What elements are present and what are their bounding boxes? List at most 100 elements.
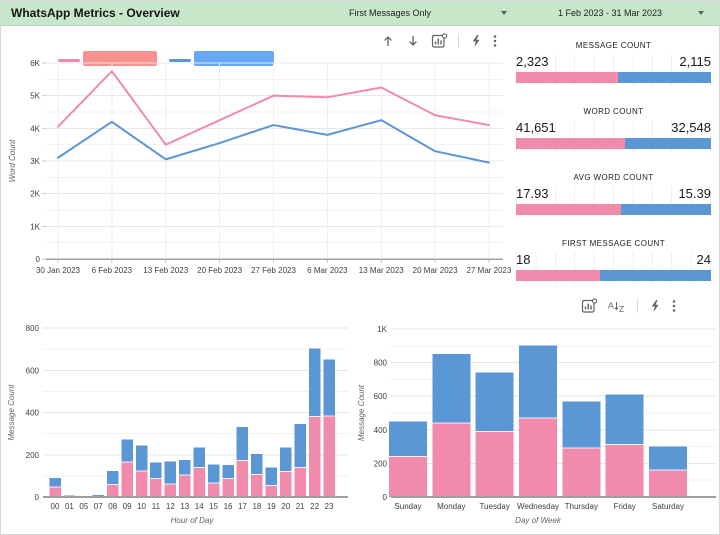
- svg-text:6K: 6K: [30, 59, 40, 68]
- svg-text:200: 200: [374, 459, 388, 468]
- scorecard-left-value: 2,323: [516, 54, 549, 69]
- svg-text:Z: Z: [619, 304, 624, 314]
- more-vertical-icon[interactable]: [493, 34, 497, 48]
- scorecard-message-count[interactable]: MESSAGE COUNT 2,323 2,115: [516, 41, 711, 89]
- svg-text:05: 05: [79, 502, 88, 511]
- filter-control[interactable]: First Messages Only: [349, 8, 431, 18]
- scorecard-bar-right-segment: [625, 138, 711, 149]
- date-range-control[interactable]: 1 Feb 2023 - 31 Mar 2023: [558, 8, 662, 18]
- scorecard-split-bar: [516, 204, 711, 215]
- svg-text:27 Mar 2023: 27 Mar 2023: [467, 266, 512, 275]
- svg-text:6 Mar 2023: 6 Mar 2023: [307, 266, 348, 275]
- svg-text:200: 200: [26, 451, 40, 460]
- svg-text:13 Feb 2023: 13 Feb 2023: [143, 266, 188, 275]
- svg-text:Tuesday: Tuesday: [479, 502, 509, 511]
- svg-text:A: A: [608, 300, 614, 310]
- svg-text:15: 15: [209, 502, 218, 511]
- svg-text:19: 19: [267, 502, 276, 511]
- arrow-up-icon[interactable]: [381, 34, 395, 48]
- svg-text:Thursday: Thursday: [565, 502, 598, 511]
- filter-caret-icon[interactable]: [501, 11, 507, 15]
- scorecard-title: MESSAGE COUNT: [575, 41, 652, 50]
- svg-text:16: 16: [224, 502, 233, 511]
- svg-text:3K: 3K: [30, 157, 40, 166]
- explore-chart-icon[interactable]: [581, 298, 598, 314]
- svg-text:800: 800: [374, 359, 388, 368]
- svg-text:18: 18: [252, 502, 261, 511]
- scorecard-bar-left-segment: [516, 270, 600, 281]
- svg-text:Friday: Friday: [614, 502, 636, 511]
- svg-text:800: 800: [26, 324, 40, 333]
- svg-text:07: 07: [94, 502, 103, 511]
- svg-text:13: 13: [180, 502, 189, 511]
- svg-text:4K: 4K: [30, 124, 40, 133]
- word-count-line-chart[interactable]: 30 Jan 2023 6 Feb 2023 13 Feb 2023 20 Feb 2…: [1, 51, 512, 286]
- sort-az-icon[interactable]: AZ: [608, 300, 626, 314]
- svg-text:Wednesday: Wednesday: [517, 502, 559, 511]
- svg-text:13 Mar 2023: 13 Mar 2023: [359, 266, 404, 275]
- svg-text:Word Count: Word Count: [8, 139, 17, 182]
- scorecard-title: FIRST MESSAGE COUNT: [561, 239, 666, 248]
- svg-text:Message Count: Message Count: [357, 384, 366, 441]
- scorecard-word-count[interactable]: WORD COUNT 41,651 32,548: [516, 107, 711, 155]
- scorecard-first-message-count[interactable]: FIRST MESSAGE COUNT 18 24: [516, 239, 711, 287]
- svg-text:Hour of Day: Hour of Day: [171, 516, 215, 525]
- svg-text:17: 17: [238, 502, 247, 511]
- scorecard-split-bar: [516, 270, 711, 281]
- scorecard-title: WORD COUNT: [583, 107, 644, 116]
- svg-text:600: 600: [374, 392, 388, 401]
- scorecard-right-value: 2,115: [679, 54, 711, 69]
- svg-text:400: 400: [374, 426, 388, 435]
- explore-chart-icon[interactable]: [431, 33, 448, 49]
- scorecard-left-value: 41,651: [516, 120, 556, 135]
- date-range-label: 1 Feb 2023 - 31 Mar 2023: [558, 8, 663, 18]
- toolbar-divider: [637, 299, 638, 313]
- svg-text:1K: 1K: [30, 222, 40, 231]
- lightning-bolt-icon[interactable]: [649, 299, 661, 313]
- scorecard-bar-left-segment: [516, 204, 621, 215]
- bar-charts-toolbar: AZ: [581, 297, 676, 315]
- report-header: WhatsApp Metrics - Overview First Messag…: [1, 1, 719, 26]
- svg-text:09: 09: [123, 502, 132, 511]
- svg-text:08: 08: [108, 502, 117, 511]
- scorecard-split-bar: [516, 138, 711, 149]
- scorecard-left-value: 18: [516, 252, 531, 267]
- svg-text:14: 14: [195, 502, 204, 511]
- svg-text:01: 01: [65, 502, 74, 511]
- svg-text:11: 11: [152, 502, 161, 511]
- report-title: WhatsApp Metrics - Overview: [11, 6, 180, 20]
- svg-text:Message Count: Message Count: [7, 384, 16, 441]
- lightning-bolt-icon[interactable]: [470, 34, 482, 48]
- scorecard-bar-left-segment: [516, 138, 626, 149]
- svg-text:0: 0: [383, 493, 388, 502]
- svg-text:20 Mar 2023: 20 Mar 2023: [413, 266, 458, 275]
- svg-text:2K: 2K: [30, 190, 40, 199]
- scorecard-avg-word-count[interactable]: AVG WORD COUNT 17.93 15.39: [516, 173, 711, 221]
- svg-text:5K: 5K: [30, 92, 40, 101]
- day-of-week-bar-chart[interactable]: 0 200 400 600 800 1K Sunday Monday Tuesday Wednes…: [351, 316, 720, 534]
- scorecard-right-value: 15.39: [678, 186, 711, 201]
- svg-text:600: 600: [26, 366, 40, 375]
- line-chart-toolbar: [381, 32, 497, 50]
- filter-label: First Messages Only: [349, 8, 432, 18]
- svg-text:Saturday: Saturday: [652, 502, 684, 511]
- svg-text:21: 21: [296, 502, 305, 511]
- hour-of-day-bar-chart[interactable]: 0 200 400 600 800 00 01 05 07 08 09 10 11 12 13 14 15 16 1…: [1, 316, 356, 534]
- date-range-caret-icon[interactable]: [698, 11, 704, 15]
- svg-text:Sunday: Sunday: [394, 502, 421, 511]
- svg-text:27 Feb 2023: 27 Feb 2023: [251, 266, 296, 275]
- svg-text:12: 12: [166, 502, 175, 511]
- scorecard-bar-right-segment: [618, 72, 711, 83]
- svg-text:22: 22: [310, 502, 319, 511]
- more-vertical-icon[interactable]: [672, 299, 676, 313]
- svg-text:20: 20: [281, 502, 290, 511]
- svg-text:0: 0: [35, 493, 40, 502]
- scorecard-right-value: 24: [696, 252, 711, 267]
- svg-text:Monday: Monday: [437, 502, 465, 511]
- svg-text:400: 400: [26, 409, 40, 418]
- scorecard-left-value: 17.93: [516, 186, 549, 201]
- scorecard-panel: MESSAGE COUNT 2,323 2,115 WORD COUNT 41,651 3…: [516, 41, 711, 291]
- svg-text:00: 00: [51, 502, 60, 511]
- svg-text:10: 10: [137, 502, 146, 511]
- arrow-down-icon[interactable]: [406, 34, 420, 48]
